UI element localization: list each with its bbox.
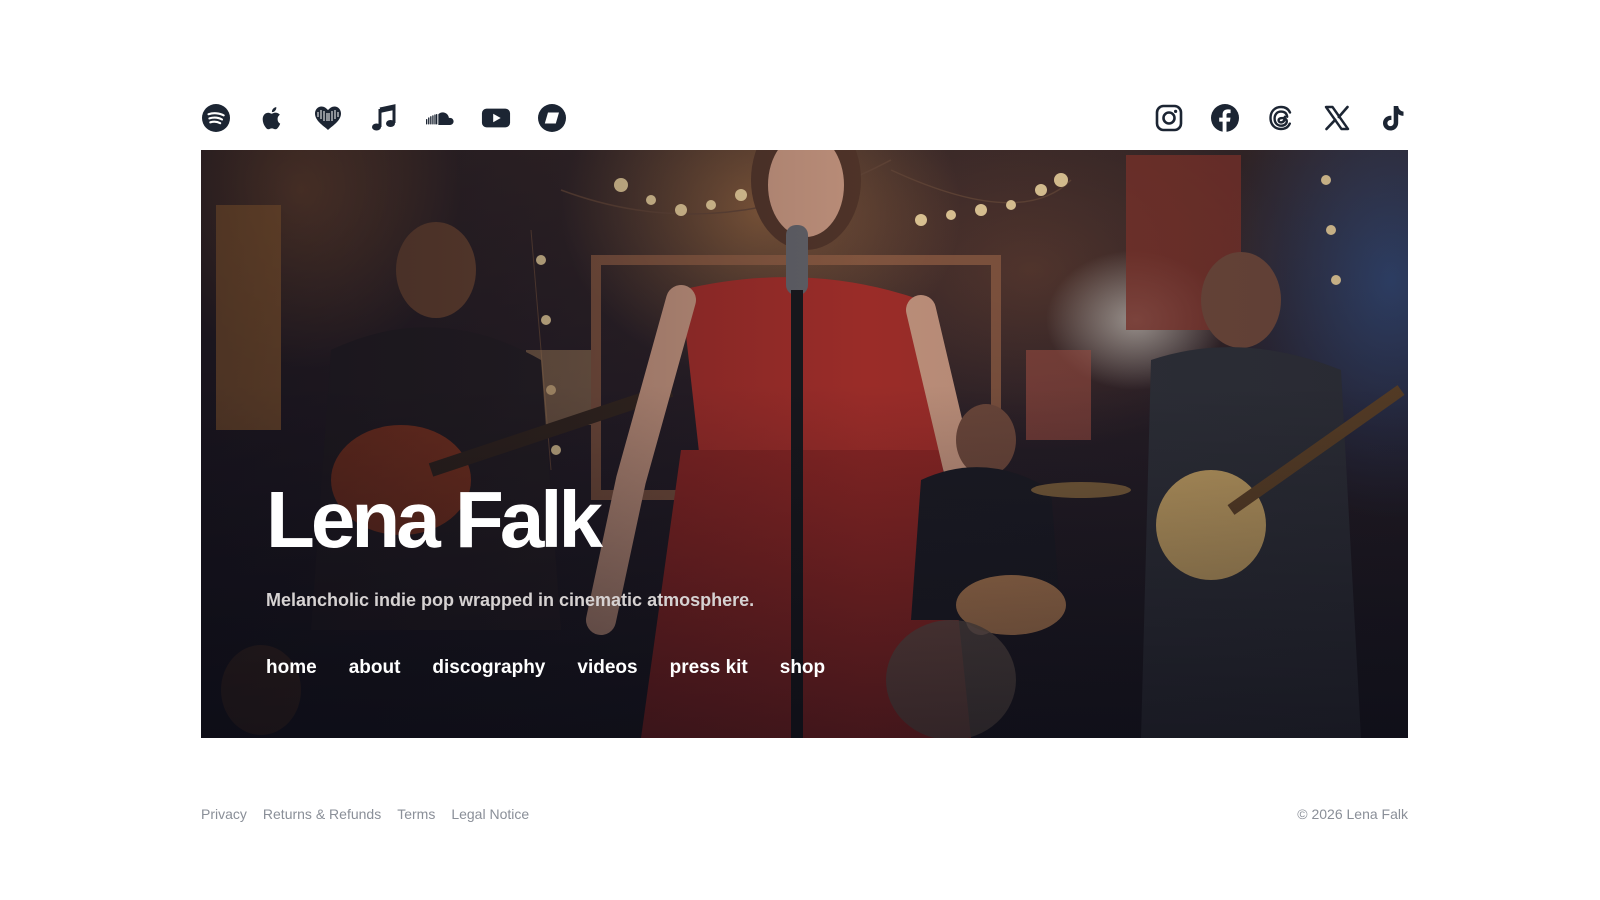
x-icon[interactable] xyxy=(1322,103,1352,133)
bandcamp-icon[interactable] xyxy=(537,103,567,133)
hero-banner: Lena Falk Melancholic indie pop wrapped … xyxy=(201,150,1408,738)
nav-discography[interactable]: discography xyxy=(432,657,545,679)
social-links xyxy=(1154,103,1408,133)
soundcloud-icon[interactable] xyxy=(425,103,455,133)
instagram-icon[interactable] xyxy=(1154,103,1184,133)
tagline: Melancholic indie pop wrapped in cinemat… xyxy=(266,590,755,610)
footer-link-terms[interactable]: Terms xyxy=(397,806,435,822)
music-note-icon[interactable] xyxy=(369,103,399,133)
footer-link-returns[interactable]: Returns & Refunds xyxy=(263,806,381,822)
nav-home[interactable]: home xyxy=(266,657,317,679)
footer-links: Privacy Returns & Refunds Terms Legal No… xyxy=(201,806,529,822)
page: Lena Falk Melancholic indie pop wrapped … xyxy=(0,0,1600,900)
footer-link-privacy[interactable]: Privacy xyxy=(201,806,247,822)
threads-icon[interactable] xyxy=(1266,103,1296,133)
nav-about[interactable]: about xyxy=(349,657,401,679)
hero-content: Lena Falk Melancholic indie pop wrapped … xyxy=(266,480,825,679)
copyright: © 2026 Lena Falk xyxy=(1297,806,1408,822)
footer: Privacy Returns & Refunds Terms Legal No… xyxy=(201,806,1408,822)
footer-link-legal-notice[interactable]: Legal Notice xyxy=(451,806,529,822)
icon-bar xyxy=(201,98,1408,138)
tiktok-icon[interactable] xyxy=(1378,103,1408,133)
nav-shop[interactable]: shop xyxy=(780,657,825,679)
apple-music-icon[interactable] xyxy=(257,103,287,133)
spotify-icon[interactable] xyxy=(201,103,231,133)
facebook-icon[interactable] xyxy=(1210,103,1240,133)
artist-name: Lena Falk xyxy=(266,475,603,564)
nav-press-kit[interactable]: press kit xyxy=(670,657,748,679)
youtube-icon[interactable] xyxy=(481,103,511,133)
nav-videos[interactable]: videos xyxy=(577,657,637,679)
main-nav: home about discography videos press kit … xyxy=(266,657,825,679)
streaming-links xyxy=(201,103,567,133)
deezer-icon[interactable] xyxy=(313,103,343,133)
